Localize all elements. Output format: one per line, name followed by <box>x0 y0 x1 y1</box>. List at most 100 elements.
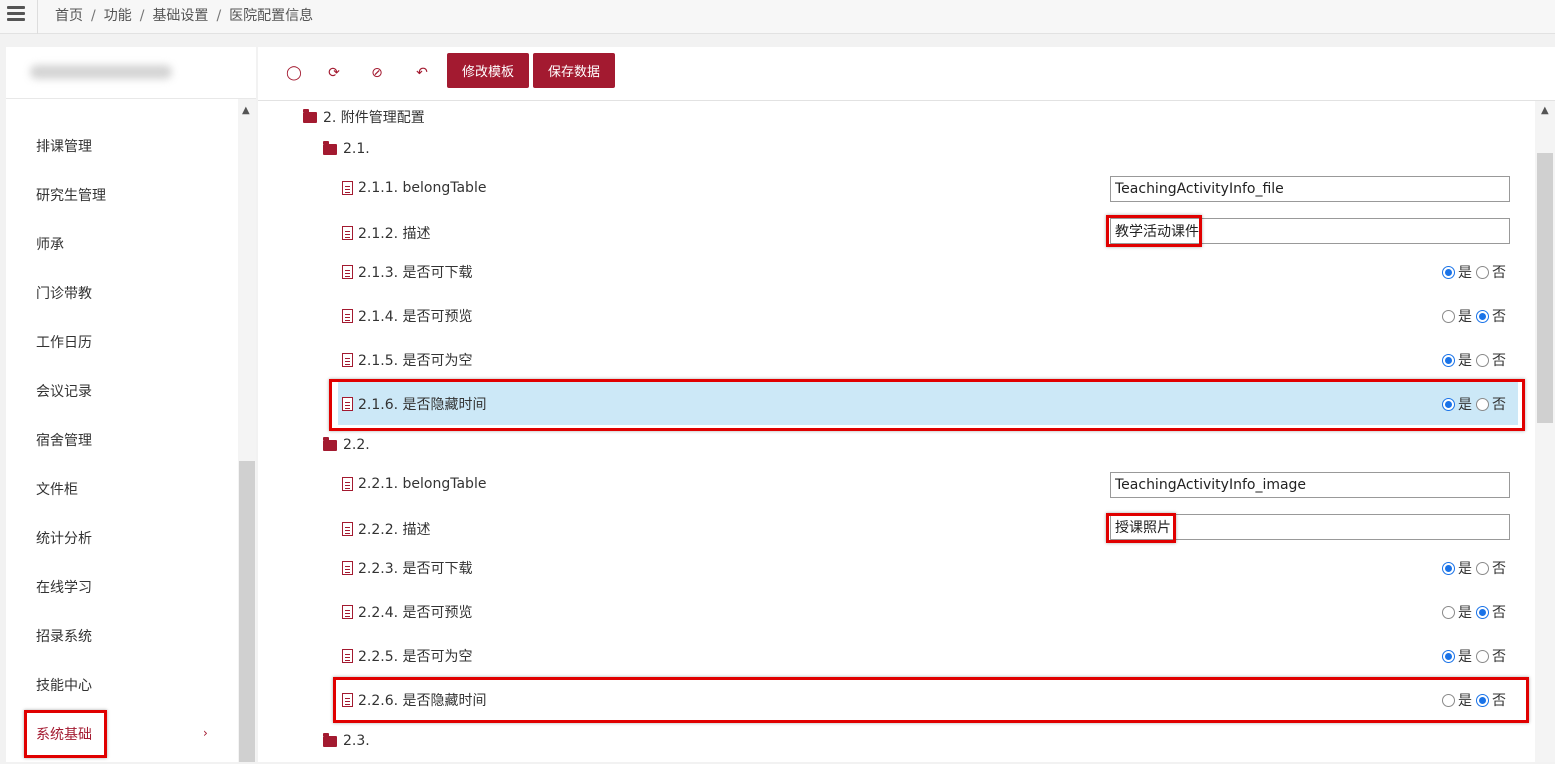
sidebar-item-work-calendar[interactable]: 工作日历 <box>36 332 92 352</box>
sidebar-item-graduate[interactable]: 研究生管理 <box>36 185 106 205</box>
tree-field-row[interactable]: 2.2.3. 是否可下载 是否 <box>258 545 1535 589</box>
file-icon <box>342 561 353 575</box>
field-label: 2.2.6. 是否隐藏时间 <box>358 693 487 709</box>
field-label: 2.2.4. 是否可预览 <box>358 605 473 621</box>
breadcrumb-function[interactable]: 功能 <box>104 8 132 24</box>
radio-no[interactable] <box>1476 605 1489 619</box>
top-divider <box>37 0 38 34</box>
file-icon <box>342 693 353 707</box>
main-scroll-thumb[interactable] <box>1537 153 1553 423</box>
radio-yes-label: 是 <box>1458 353 1472 369</box>
radio-yes-label: 是 <box>1458 265 1472 281</box>
save-data-button[interactable]: 保存数据 <box>533 53 615 88</box>
radio-no-label: 否 <box>1492 561 1506 577</box>
sidebar-item-statistics[interactable]: 统计分析 <box>36 528 92 548</box>
radio-no[interactable] <box>1476 265 1489 279</box>
radio-no[interactable] <box>1476 353 1489 367</box>
menu-icon[interactable] <box>7 6 25 22</box>
radio-no[interactable] <box>1476 309 1489 323</box>
sidebar-item-system-basics[interactable]: 系统基础 <box>36 724 92 744</box>
top-bar: 首页 / 功能 / 基础设置 / 医院配置信息 <box>0 0 1555 34</box>
edit-template-button[interactable]: 修改模板 <box>447 53 529 88</box>
sidebar-item-file-cabinet[interactable]: 文件柜 <box>36 479 78 499</box>
field-label: 2.1.3. 是否可下载 <box>358 265 473 281</box>
radio-no[interactable] <box>1476 561 1489 575</box>
radio-yes[interactable] <box>1442 265 1455 279</box>
undo-icon[interactable]: ↶ <box>412 63 432 83</box>
folder-open-icon <box>323 140 337 155</box>
belongtable-input[interactable] <box>1110 472 1510 498</box>
sidebar-item-meeting-records[interactable]: 会议记录 <box>36 381 92 401</box>
field-label: 2.1.5. 是否可为空 <box>358 353 473 369</box>
field-label: 2.2.2. 描述 <box>358 522 431 538</box>
eye-slash-icon[interactable]: ⊘ <box>367 63 387 83</box>
file-icon <box>342 353 353 367</box>
radio-no[interactable] <box>1476 693 1489 707</box>
tree-group-row[interactable]: 2.3. <box>258 720 1535 764</box>
radio-yes[interactable] <box>1442 649 1455 663</box>
field-label: 2.2.3. 是否可下载 <box>358 561 473 577</box>
field-label: 2.1.4. 是否可预览 <box>358 309 473 325</box>
sidebar-item-skills-center[interactable]: 技能中心 <box>36 675 92 695</box>
tree-field-row[interactable]: 2.1.4. 是否可预览 是否 <box>258 293 1535 337</box>
radio-yes[interactable] <box>1442 397 1455 411</box>
radio-no[interactable] <box>1476 397 1489 411</box>
main-scrollbar[interactable]: ▲ <box>1535 101 1555 762</box>
tree-field-row[interactable]: 2.2.5. 是否可为空 是否 <box>258 633 1535 677</box>
sidebar-item-clinic-teaching[interactable]: 门诊带教 <box>36 283 92 303</box>
tree-group-row[interactable]: 2.1. <box>258 128 1535 172</box>
radio-yes[interactable] <box>1442 353 1455 367</box>
radio-no-label: 否 <box>1492 693 1506 709</box>
sidebar: 排课管理 研究生管理 师承 门诊带教 工作日历 会议记录 宿舍管理 文件柜 统计… <box>6 47 256 762</box>
radio-group: 是否 <box>1442 602 1506 622</box>
radio-group: 是否 <box>1442 306 1506 326</box>
breadcrumb-sep: / <box>91 8 96 24</box>
sidebar-item-scheduling[interactable]: 排课管理 <box>36 136 92 156</box>
folder-open-icon <box>303 108 317 123</box>
tree-group-label: 2.1. <box>343 141 370 157</box>
radio-group: 是否 <box>1442 558 1506 578</box>
scroll-up-icon[interactable]: ▲ <box>242 105 250 116</box>
lightbulb-icon[interactable]: ◯ <box>284 63 304 83</box>
radio-no-label: 否 <box>1492 605 1506 621</box>
file-icon <box>342 265 353 279</box>
description-input[interactable] <box>1110 218 1510 244</box>
file-icon <box>342 309 353 323</box>
radio-no-label: 否 <box>1492 309 1506 325</box>
tree-field-row[interactable]: 2.2.4. 是否可预览 是否 <box>258 589 1535 633</box>
radio-yes-label: 是 <box>1458 693 1472 709</box>
tree-field-row[interactable]: 2.1.3. 是否可下载 是否 <box>258 249 1535 293</box>
sidebar-item-dormitory[interactable]: 宿舍管理 <box>36 430 92 450</box>
file-icon <box>342 605 353 619</box>
sidebar-scrollbar[interactable]: ▲ <box>238 99 256 762</box>
folder-open-icon <box>323 732 337 747</box>
field-label: 2.1.1. belongTable <box>358 180 487 196</box>
breadcrumb-basic-settings[interactable]: 基础设置 <box>152 8 208 24</box>
radio-yes[interactable] <box>1442 605 1455 619</box>
radio-group: 是否 <box>1442 690 1506 710</box>
tree-field-row[interactable]: 2.2.6. 是否隐藏时间 是否 <box>258 677 1535 721</box>
breadcrumb-sep: / <box>139 8 145 24</box>
breadcrumb-home[interactable]: 首页 <box>55 8 83 24</box>
folder-open-icon <box>323 436 337 451</box>
radio-yes[interactable] <box>1442 309 1455 323</box>
sidebar-item-mentorship[interactable]: 师承 <box>36 234 64 254</box>
description-input[interactable] <box>1110 514 1510 540</box>
sidebar-item-online-learning[interactable]: 在线学习 <box>36 577 92 597</box>
file-icon <box>342 397 353 411</box>
belongtable-input[interactable] <box>1110 176 1510 202</box>
refresh-icon[interactable]: ⟳ <box>324 63 344 83</box>
scroll-up-icon[interactable]: ▲ <box>1541 105 1549 116</box>
field-label: 2.2.5. 是否可为空 <box>358 649 473 665</box>
radio-group: 是否 <box>1442 350 1506 370</box>
tree-group-row[interactable]: 2.2. <box>258 424 1535 468</box>
radio-no[interactable] <box>1476 649 1489 663</box>
radio-yes[interactable] <box>1442 561 1455 575</box>
radio-group: 是否 <box>1442 646 1506 666</box>
sidebar-scroll-thumb[interactable] <box>239 461 255 762</box>
tree-field-row-selected[interactable]: 2.1.6. 是否隐藏时间 是否 <box>338 381 1518 425</box>
radio-no-label: 否 <box>1492 397 1506 413</box>
sidebar-item-recruitment[interactable]: 招录系统 <box>36 626 92 646</box>
radio-yes[interactable] <box>1442 693 1455 707</box>
tree-field-row[interactable]: 2.1.5. 是否可为空 是否 <box>258 337 1535 381</box>
